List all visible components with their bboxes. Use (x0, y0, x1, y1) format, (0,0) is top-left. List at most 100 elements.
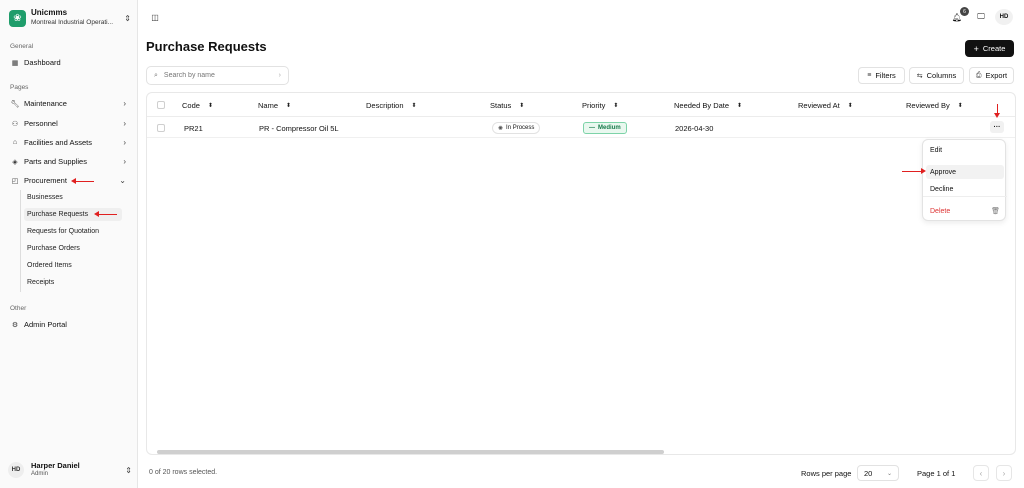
sidebar-item-label: Personnel (24, 119, 58, 128)
columns-icon: ⇆ (916, 72, 923, 80)
sidebar-subitem-businesses[interactable]: Businesses (24, 191, 122, 204)
section-pages: Pages (10, 84, 29, 91)
sidebar-item-facilities[interactable]: ⌂ Facilities and Assets › (6, 135, 132, 150)
filter-icon: ≡ (867, 72, 872, 79)
shopping-bag-icon: ◰ (11, 177, 19, 185)
chevron-right-icon: › (123, 119, 126, 128)
sidebar-subitem-receipts[interactable]: Receipts (24, 276, 122, 289)
column-header-priority[interactable]: Priority ⬍ (582, 101, 618, 110)
column-header-needed-by[interactable]: Needed By Date ⬍ (674, 101, 742, 110)
menu-item-decline[interactable]: Decline (926, 182, 1004, 196)
minus-icon: — (589, 125, 595, 131)
cell-code: PR21 (184, 124, 203, 133)
menu-item-edit[interactable]: Edit (926, 143, 1004, 157)
sort-icon: ⬍ (613, 103, 619, 109)
horizontal-scrollbar[interactable] (157, 450, 664, 454)
selection-count: 0 of 20 rows selected. (149, 469, 218, 476)
submenu-guide-line (20, 190, 21, 292)
package-icon: ◈ (12, 158, 18, 166)
cell-name: PR - Compressor Oil 5L (259, 124, 339, 133)
column-header-reviewed-by[interactable]: Reviewed By ⬍ (906, 101, 963, 110)
sort-icon: ⬍ (957, 103, 963, 109)
chevron-right-icon: › (123, 99, 126, 108)
section-other: Other (10, 305, 27, 312)
status-badge: ✺ In Process (492, 122, 541, 134)
search-icon: ⌕ (154, 71, 158, 79)
search-input[interactable] (163, 72, 264, 79)
sort-icon: ⬍ (411, 103, 417, 109)
search-box[interactable]: ⌕ › (146, 66, 289, 85)
main-content: ◫ 🔔︎ 6 🖵 HD Purchase Requests + Create ⌕… (138, 0, 1024, 488)
data-table: Code ⬍ Name ⬍ Description ⬍ Status ⬍ Priorit… (146, 92, 1016, 455)
user-menu[interactable]: HD Harper Daniel Admin ⇕ (8, 458, 132, 482)
menu-item-approve[interactable]: Approve (926, 165, 1004, 179)
user-name: Harper Daniel (31, 461, 80, 470)
sidebar-subitem-rfq[interactable]: Requests for Quotation (24, 225, 122, 238)
sort-icon: ⬍ (847, 103, 853, 109)
sidebar-subitem-ordered-items[interactable]: Ordered Items (24, 259, 122, 272)
sidebar-item-personnel[interactable]: ⚇ Personnel › (6, 116, 132, 131)
sidebar-item-procurement[interactable]: ◰ Procurement ⌄ (6, 173, 132, 188)
sidebar-item-label: Maintenance (24, 99, 67, 108)
create-button-label: Create (982, 44, 1006, 53)
sidebar-item-label: Dashboard (24, 58, 61, 67)
chevron-down-icon: ⌄ (886, 470, 892, 477)
org-logo-icon: ❀ (9, 9, 26, 27)
user-role: Admin (31, 471, 49, 477)
row-actions-menu: Edit Approve Decline Delete 🗑︎ (922, 139, 1007, 221)
annotation-arrow-purchase-requests (94, 211, 117, 217)
column-header-reviewed-at[interactable]: Reviewed At ⬍ (798, 101, 853, 110)
monitor-icon[interactable]: 🖵 (974, 10, 988, 24)
chevron-right-icon: › (278, 72, 281, 79)
chevron-right-icon: › (123, 138, 126, 147)
select-all-checkbox[interactable] (157, 101, 165, 109)
columns-label: Columns (926, 71, 957, 80)
annotation-arrow-row-actions (994, 104, 1000, 118)
column-header-status[interactable]: Status ⬍ (490, 101, 524, 110)
page-title: Purchase Requests (146, 39, 267, 54)
previous-page-button[interactable]: ‹ (973, 465, 989, 481)
avatar: HD (8, 462, 24, 478)
org-subtitle: Montreal Industrial Operati... (31, 19, 114, 26)
notification-badge: 6 (960, 7, 969, 16)
sort-icon: ⬍ (286, 103, 292, 109)
trash-icon: 🗑︎ (991, 208, 1000, 215)
row-actions-button[interactable]: ··· (990, 121, 1004, 133)
header-avatar[interactable]: HD (995, 9, 1013, 25)
row-checkbox[interactable] (157, 124, 165, 132)
filters-label: Filters (875, 71, 896, 80)
filters-button[interactable]: ≡ Filters (858, 67, 905, 84)
columns-button[interactable]: ⇆ Columns (909, 67, 964, 84)
table-row[interactable]: PR21 PR - Compressor Oil 5L ✺ In Process… (147, 118, 1015, 138)
column-header-description[interactable]: Description ⬍ (366, 101, 417, 110)
sidebar-item-admin-portal[interactable]: ⚙ Admin Portal (6, 317, 132, 332)
sidebar-item-label: Admin Portal (24, 320, 67, 329)
rows-per-page-select[interactable]: 20 ⌄ (857, 465, 899, 481)
create-button[interactable]: + Create (965, 40, 1014, 57)
column-header-name[interactable]: Name ⬍ (258, 101, 291, 110)
chevron-right-icon: › (123, 157, 126, 166)
chevrons-up-down-icon: ⇕ (125, 465, 132, 475)
wrench-icon: 🔧︎ (10, 100, 20, 108)
annotation-arrow-approve (902, 168, 926, 174)
sort-icon: ⬍ (737, 103, 743, 109)
next-page-button[interactable]: › (996, 465, 1012, 481)
sidebar-item-parts[interactable]: ◈ Parts and Supplies › (6, 154, 132, 169)
sidebar-toggle-icon[interactable]: ◫ (148, 10, 162, 24)
priority-badge: — Medium (583, 122, 627, 134)
sidebar-subitem-purchase-orders[interactable]: Purchase Orders (24, 242, 122, 255)
users-icon: ⚇ (11, 120, 19, 128)
rows-per-page-label: Rows per page (801, 469, 852, 478)
building-icon: ⌂ (12, 139, 18, 146)
sidebar-item-dashboard[interactable]: ▦ Dashboard (6, 55, 132, 70)
dashboard-icon: ▦ (11, 59, 19, 67)
cell-needed-by: 2026-04-30 (675, 124, 714, 133)
org-switcher[interactable]: ❀ Unicmms Montreal Industrial Operati...… (9, 7, 131, 29)
export-label: Export (985, 71, 1008, 80)
column-header-code[interactable]: Code ⬍ (182, 101, 213, 110)
export-button[interactable]: ⎙ Export (969, 67, 1014, 84)
org-name: Unicmms (31, 8, 68, 17)
menu-item-delete[interactable]: Delete 🗑︎ (926, 204, 1004, 218)
sidebar-item-maintenance[interactable]: 🔧︎ Maintenance › (6, 96, 132, 111)
sidebar: ❀ Unicmms Montreal Industrial Operati...… (0, 0, 138, 488)
